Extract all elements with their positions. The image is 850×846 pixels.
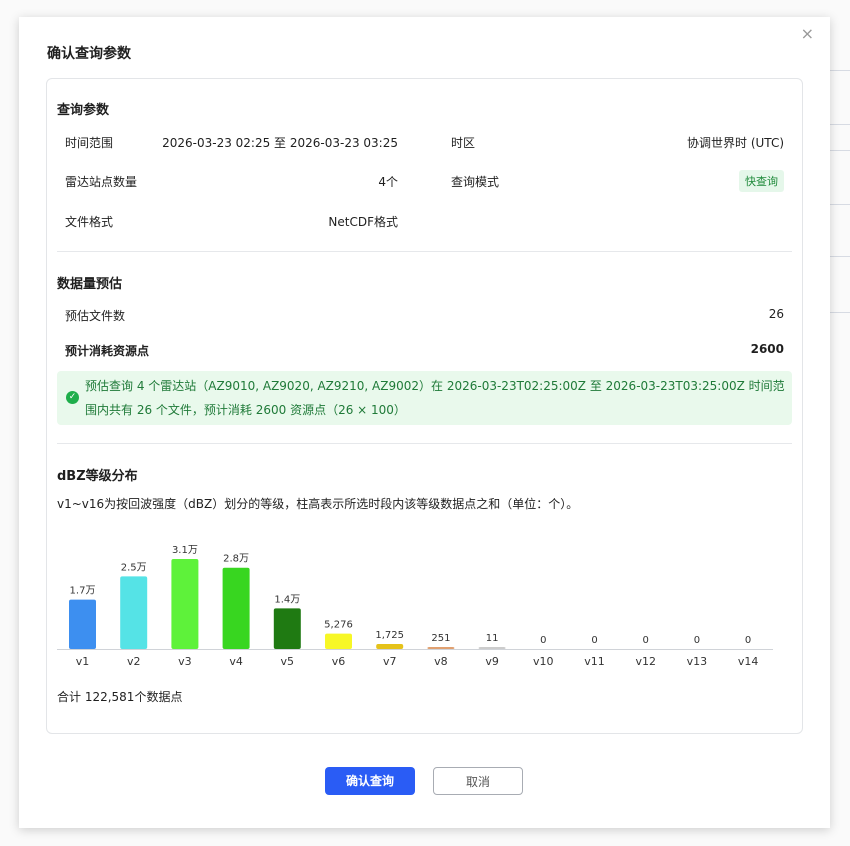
bar-value-label: 1.4万 <box>274 594 300 605</box>
bar-v5[interactable] <box>273 608 301 649</box>
summary-card: 查询参数 时间范围 2026-03-23 02:25 至 2026-03-23 … <box>46 78 803 734</box>
file-format-value: NetCDF格式 <box>328 215 398 229</box>
bar-value-label: 2.5万 <box>121 562 147 573</box>
confirm-query-dialog: × 确认查询参数 查询参数 时间范围 2026-03-23 02:25 至 20… <box>19 17 830 828</box>
file-count-value: 26 <box>768 307 784 321</box>
bar-v8[interactable] <box>427 647 455 649</box>
confirm-query-button[interactable]: 确认查询 <box>325 767 415 795</box>
x-tick-label: v6 <box>332 655 346 668</box>
x-tick-label: v9 <box>485 655 499 668</box>
file-count-label: 预估文件数 <box>65 309 126 323</box>
section-divider <box>57 251 792 252</box>
dbz-bar-chart: 1.7万 v1 2.5万 v2 3.1万 v3 2.8万 v4 1.4万 v5 5,276 v6 1,7… <box>57 545 773 668</box>
x-tick-label: v2 <box>127 655 141 668</box>
estimate-alert: ✓ 预估查询 4 个雷达站（AZ9010, AZ9020, AZ9210, AZ… <box>57 371 792 425</box>
bar-v4[interactable] <box>222 567 250 649</box>
x-tick-label: v4 <box>229 655 243 668</box>
background-line <box>830 124 850 125</box>
query-mode-label: 查询模式 <box>451 175 500 189</box>
x-tick-label: v14 <box>738 655 759 668</box>
x-tick-label: v7 <box>383 655 397 668</box>
bar-value-label: 5,276 <box>324 620 353 631</box>
estimate-title: 数据量预估 <box>57 277 123 292</box>
check-circle-icon: ✓ <box>66 391 79 404</box>
cancel-button[interactable]: 取消 <box>433 767 523 795</box>
x-tick-label: v1 <box>76 655 90 668</box>
x-tick-label: v13 <box>687 655 708 668</box>
x-tick-label: v8 <box>434 655 448 668</box>
bar-value-label: 11 <box>486 633 499 644</box>
x-tick-label: v11 <box>584 655 605 668</box>
time-range-value: 2026-03-23 02:25 至 2026-03-23 03:25 <box>162 136 398 150</box>
bar-value-label: 0 <box>591 635 597 646</box>
station-count-value: 4个 <box>378 175 398 189</box>
close-icon[interactable]: × <box>801 25 814 43</box>
background-line <box>830 312 850 313</box>
dbz-description: v1~v16为按回波强度（dBZ）划分的等级，柱高表示所选时段内该等级数据点之和… <box>57 497 579 511</box>
query-mode-badge: 快查询 <box>739 170 784 192</box>
bar-v6[interactable] <box>325 633 352 649</box>
dbz-total: 合计 122,581个数据点 <box>57 690 183 704</box>
x-tick-label: v5 <box>281 655 295 668</box>
bar-value-label: 1.7万 <box>70 586 96 597</box>
timezone-label: 时区 <box>451 136 476 150</box>
x-tick-label: v12 <box>635 655 656 668</box>
query-params-title: 查询参数 <box>57 103 110 118</box>
bar-v3[interactable] <box>171 559 199 649</box>
file-format-label: 文件格式 <box>65 215 114 229</box>
bar-value-label: 251 <box>431 633 450 644</box>
bar-value-label: 0 <box>745 635 751 646</box>
background-line <box>830 150 850 151</box>
bar-v9[interactable] <box>478 647 506 649</box>
bar-v2[interactable] <box>120 576 148 649</box>
section-divider <box>57 443 792 444</box>
cost-value: 2600 <box>750 342 784 356</box>
dbz-title: dBZ等级分布 <box>57 469 138 484</box>
time-range-label: 时间范围 <box>65 136 114 150</box>
background-line <box>830 204 850 205</box>
bar-value-label: 3.1万 <box>172 545 198 556</box>
station-count-label: 雷达站点数量 <box>65 175 138 189</box>
timezone-value: 协调世界时 (UTC) <box>687 136 784 150</box>
bar-v7[interactable] <box>376 643 404 649</box>
bar-v1[interactable] <box>69 599 96 649</box>
background-line <box>830 256 850 257</box>
dialog-title: 确认查询参数 <box>47 46 131 62</box>
cost-label: 预计消耗资源点 <box>65 344 150 358</box>
bar-value-label: 0 <box>540 635 546 646</box>
background-line <box>830 70 850 71</box>
alert-text: 预估查询 4 个雷达站（AZ9010, AZ9020, AZ9210, AZ90… <box>85 379 785 417</box>
x-tick-label: v3 <box>178 655 192 668</box>
bar-value-label: 0 <box>694 635 700 646</box>
bar-value-label: 2.8万 <box>223 554 249 565</box>
bar-value-label: 0 <box>643 635 649 646</box>
bar-value-label: 1,725 <box>375 630 404 641</box>
x-tick-label: v10 <box>533 655 554 668</box>
